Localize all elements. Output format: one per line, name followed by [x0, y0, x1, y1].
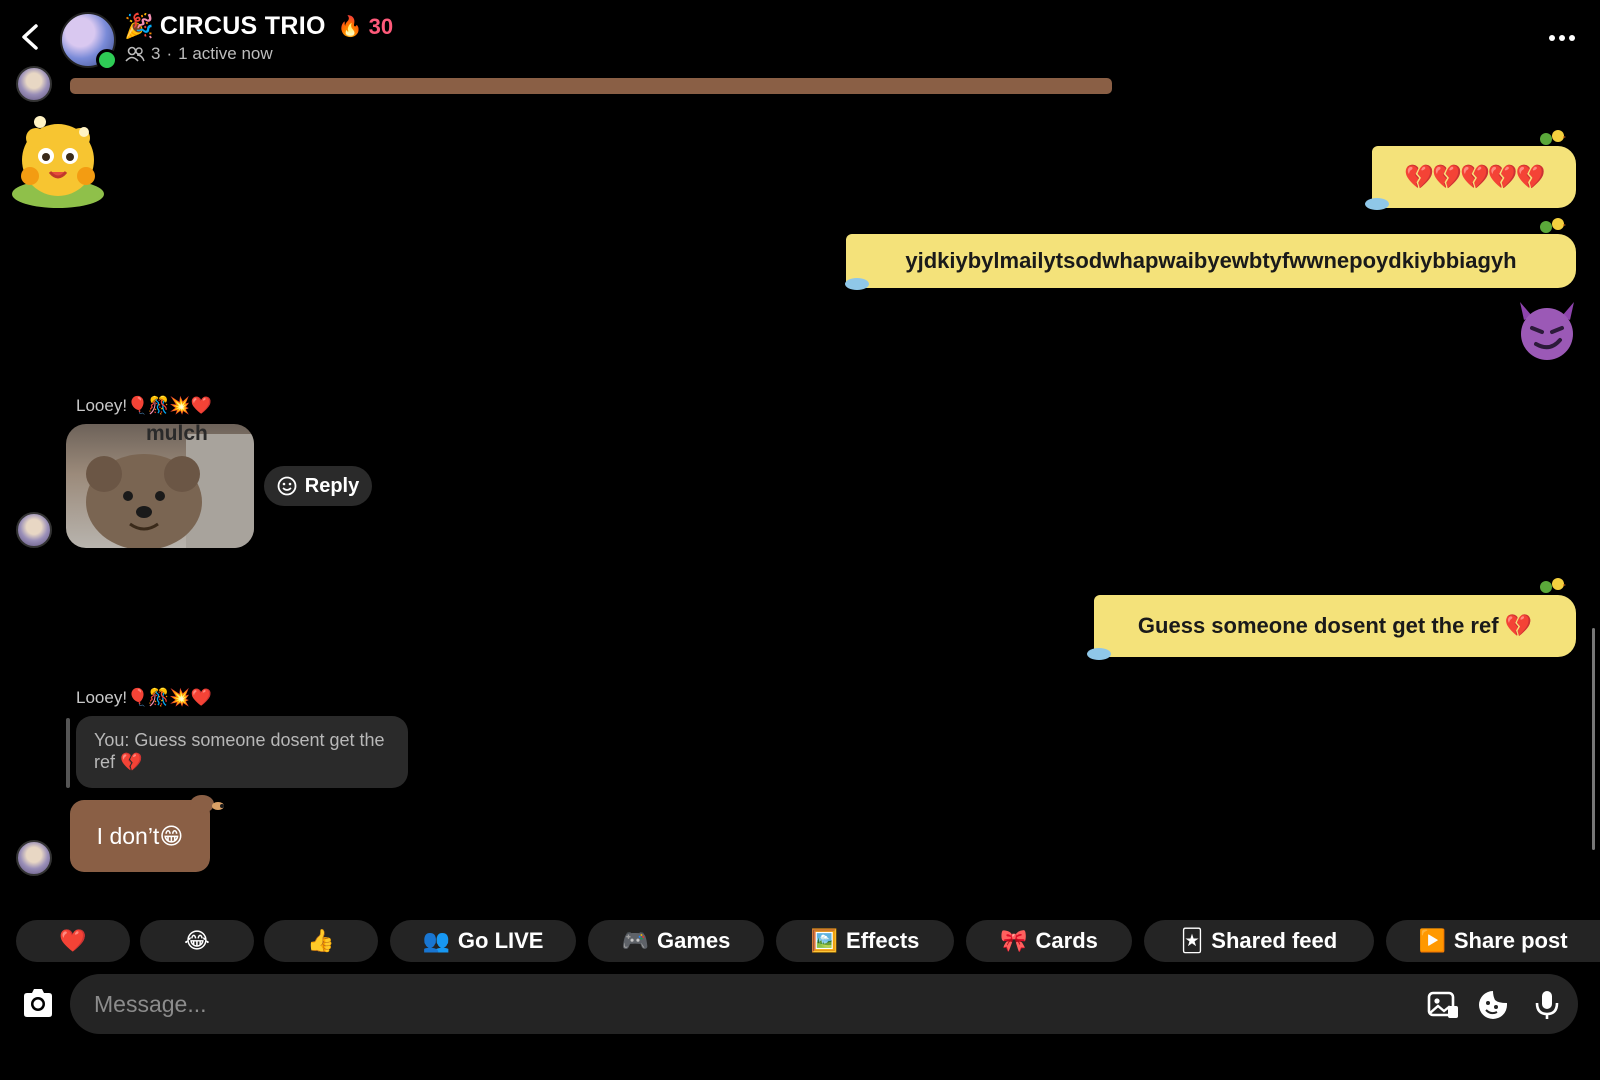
share-post-button[interactable]: ▶️ Share post — [1386, 920, 1600, 962]
quoted-message-text: You: Guess someone dosent get the ref 💔 — [94, 730, 385, 772]
reply-label: Reply — [304, 474, 360, 497]
reply-button[interactable]: Reply — [264, 466, 372, 506]
party-emoji: 🎉 — [124, 13, 154, 40]
sender-name: Looey!🎈🎊💥❤️ — [76, 396, 212, 415]
member-count: 3 — [151, 44, 161, 63]
chat-title: CIRCUS TRIO — [159, 12, 326, 40]
online-indicator — [96, 49, 118, 71]
frog-duck-decoration-icon — [1540, 578, 1566, 593]
frog-duck-decoration-icon — [1540, 130, 1566, 145]
devil-emoji-sticker[interactable] — [1514, 296, 1580, 362]
sent-message-text: 💔💔💔💔💔 — [1404, 163, 1545, 191]
streak-count: 30 — [368, 13, 394, 39]
quick-react-heart[interactable]: ❤️ — [16, 920, 130, 962]
go-live-label: Go LIVE — [457, 928, 544, 953]
sent-message-text: Guess someone dosent get the ref 💔 — [1137, 613, 1533, 638]
frog-duck-decoration-icon — [1540, 218, 1566, 233]
image-message[interactable]: mulch — [66, 424, 254, 548]
quoted-message[interactable]: You: Guess someone dosent get the ref 💔 — [76, 716, 408, 788]
flower-sticker[interactable] — [6, 112, 110, 210]
members-icon — [125, 46, 145, 62]
smiley-icon — [277, 476, 297, 496]
received-message-text: I don’t😁 — [96, 822, 184, 849]
sender-avatar[interactable] — [16, 512, 52, 548]
cloud-decoration-icon — [1087, 648, 1111, 660]
image-caption: mulch — [146, 424, 208, 445]
shared-feed-button[interactable]: 🃏 Shared feed — [1144, 920, 1374, 962]
people-icon: 👥 — [422, 928, 450, 953]
effects-button[interactable]: 🖼️ Effects — [776, 920, 954, 962]
gallery-icon[interactable] — [1426, 988, 1460, 1022]
camera-icon[interactable] — [20, 986, 56, 1020]
active-status: 1 active now — [178, 44, 273, 63]
effects-label: Effects — [846, 928, 920, 953]
sent-message-text: yjdkiybylmailytsodwhapwaibyewbtyfwwnepoy… — [905, 248, 1517, 273]
laughing-face-icon: 😂 — [184, 928, 210, 953]
chat-subtitle: 3 · 1 active now — [125, 44, 273, 64]
sticker-icon[interactable] — [1476, 988, 1510, 1022]
message-input[interactable] — [70, 974, 1578, 1034]
back-arrow-icon[interactable] — [14, 20, 48, 54]
cloud-decoration-icon — [845, 278, 869, 290]
quick-react-laugh[interactable]: 😂 — [140, 920, 254, 962]
scrollbar[interactable] — [1592, 628, 1595, 850]
cards-label: Cards — [1035, 928, 1098, 953]
dachshund-head-decoration-icon — [190, 795, 224, 813]
chat-title-row[interactable]: 🎉 CIRCUS TRIO 🔥 30 — [124, 12, 393, 41]
shared-feed-label: Shared feed — [1211, 928, 1338, 953]
sent-message-bubble[interactable]: 💔💔💔💔💔 — [1372, 146, 1576, 208]
sender-avatar[interactable] — [16, 66, 52, 102]
play-icon: ▶️ — [1418, 928, 1446, 953]
games-label: Games — [657, 928, 731, 953]
cards-button[interactable]: 🎀 Cards — [966, 920, 1132, 962]
sender-avatar[interactable] — [16, 840, 52, 876]
sent-message-bubble[interactable]: Guess someone dosent get the ref 💔 — [1094, 595, 1576, 657]
quote-indicator — [66, 718, 70, 788]
shared-feed-icon: 🃏 — [1180, 928, 1204, 953]
sender-name: Looey!🎈🎊💥❤️ — [76, 688, 212, 707]
share-post-label: Share post — [1453, 928, 1568, 953]
gift-card-icon: 🎀 — [1000, 928, 1028, 953]
sent-message-bubble[interactable]: yjdkiybylmailytsodwhapwaibyewbtyfwwnepoy… — [846, 234, 1576, 288]
dachshund-bubble-tail — [70, 78, 1112, 94]
more-options-icon[interactable] — [1546, 30, 1578, 46]
heart-icon: ❤️ — [59, 928, 87, 953]
go-live-button[interactable]: 👥 Go LIVE — [390, 920, 576, 962]
microphone-icon[interactable] — [1530, 988, 1564, 1022]
separator-dot: · — [166, 44, 173, 63]
games-button[interactable]: 🎮 Games — [588, 920, 764, 962]
effects-thumbnail-icon: 🖼️ — [810, 928, 839, 953]
fire-icon: 🔥 — [337, 16, 363, 38]
thumbs-up-icon: 👍 — [307, 928, 335, 953]
gamepad-icon: 🎮 — [621, 928, 649, 953]
quick-react-thumbs-up[interactable]: 👍 — [264, 920, 378, 962]
cloud-decoration-icon — [1365, 198, 1389, 210]
